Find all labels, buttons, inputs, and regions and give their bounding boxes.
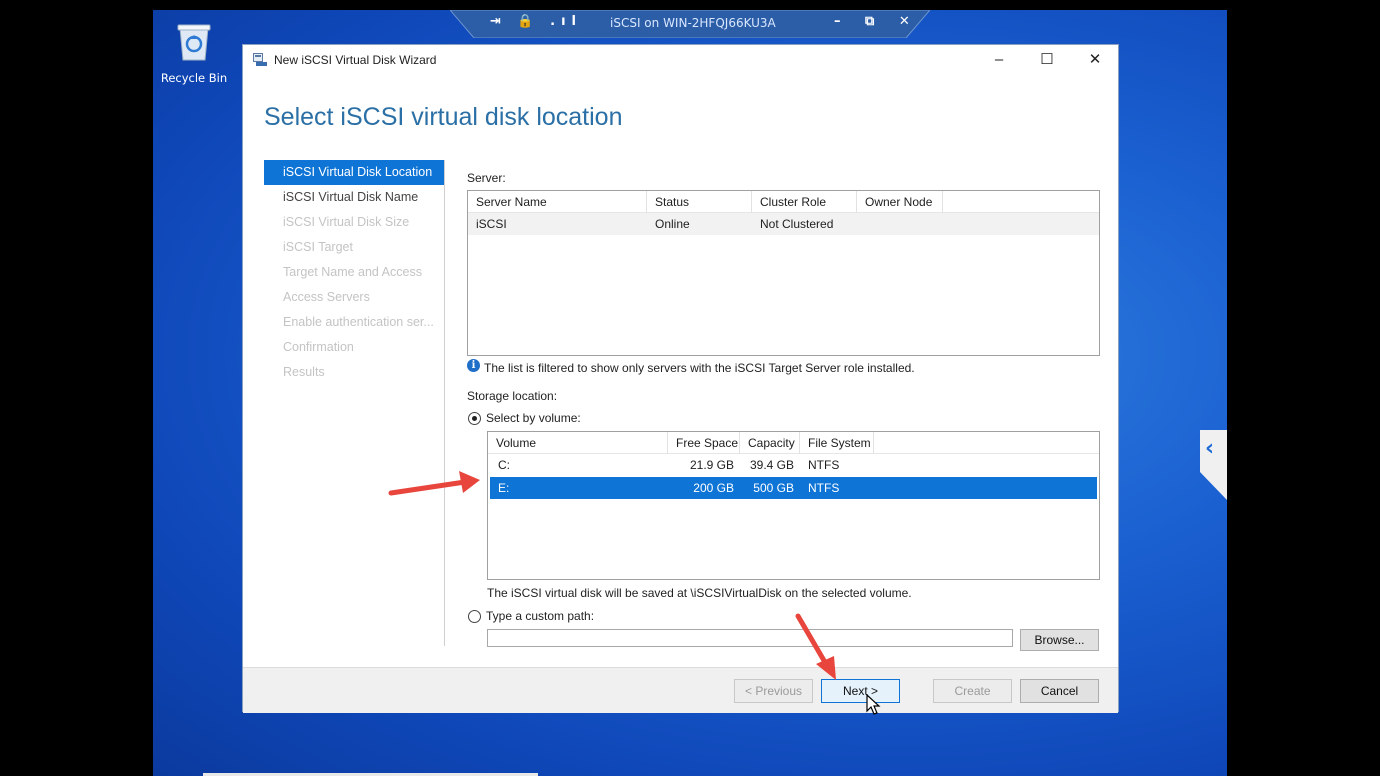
column-header[interactable]: Volume <box>488 432 668 454</box>
mouse-cursor-icon <box>866 694 881 715</box>
column-header[interactable]: Status <box>647 191 752 213</box>
server-label: Server: <box>467 171 506 185</box>
storage-location-label: Storage location: <box>467 389 558 403</box>
custom-path-label[interactable]: Type a custom path: <box>486 609 594 623</box>
server-manager-icon <box>253 53 267 66</box>
select-by-volume-radio[interactable] <box>468 412 481 425</box>
window-title: New iSCSI Virtual Disk Wizard <box>274 53 437 67</box>
nav-item-results: Results <box>283 365 325 379</box>
nav-item-target: iSCSI Target <box>283 240 353 254</box>
volume-table-header: Volume Free Space Capacity File System <box>488 432 1099 454</box>
cancel-button[interactable]: Cancel <box>1020 679 1099 703</box>
table-cell: NTFS <box>808 481 840 495</box>
recycle-bin[interactable]: Recycle Bin <box>157 20 231 85</box>
column-header[interactable]: Owner Node <box>857 191 943 213</box>
nav-item-disk-name[interactable]: iSCSI Virtual Disk Name <box>264 185 444 210</box>
chevron-left-icon: ‹ <box>1205 436 1215 461</box>
server-table-header: Server Name Status Cluster Role Owner No… <box>468 191 1099 213</box>
wizard-footer: < Previous Next > Create Cancel <box>243 667 1118 713</box>
column-header[interactable]: Cluster Role <box>752 191 857 213</box>
remote-connection-bar: ⇥ 🔒 .ıl iSCSI on WIN-2HFQJ66KU3A – ⧉ ✕ <box>450 10 930 38</box>
table-cell: E: <box>498 481 510 495</box>
nav-item-confirmation: Confirmation <box>283 340 354 354</box>
close-button[interactable]: ✕ <box>1075 49 1115 71</box>
save-location-note: The iSCSI virtual disk will be saved at … <box>487 586 912 600</box>
browse-button[interactable]: Browse... <box>1020 629 1099 651</box>
page-title: Select iSCSI virtual disk location <box>264 103 623 131</box>
table-cell: 39.4 GB <box>749 458 794 472</box>
side-panel-tab[interactable]: ‹ <box>1200 430 1227 500</box>
table-cell: 21.9 GB <box>689 458 734 472</box>
maximize-button[interactable]: ☐ <box>1027 49 1067 71</box>
nav-item-authentication: Enable authentication ser... <box>283 315 434 329</box>
column-header[interactable]: File System <box>800 432 874 454</box>
arrow-annotation-volume <box>388 471 480 496</box>
table-cell: C: <box>498 458 510 472</box>
table-row[interactable]: C: 21.9 GB 39.4 GB NTFS <box>488 454 1099 476</box>
minimize-button[interactable]: – <box>979 49 1019 71</box>
nav-item-disk-size: iSCSI Virtual Disk Size <box>283 215 410 229</box>
table-cell: 200 GB <box>693 481 734 495</box>
select-by-volume-label[interactable]: Select by volume: <box>486 411 581 425</box>
wizard-steps-nav: iSCSI Virtual Disk Location iSCSI Virtua… <box>264 160 445 646</box>
recycle-bin-icon <box>177 24 211 61</box>
table-cell: NTFS <box>808 458 840 472</box>
custom-path-radio[interactable] <box>468 610 481 623</box>
wizard-window: New iSCSI Virtual Disk Wizard – ☐ ✕ Sele… <box>242 44 1119 713</box>
custom-path-input[interactable] <box>487 629 1013 647</box>
remote-bar-status-icons[interactable]: ⇥ 🔒 .ıl <box>490 14 582 29</box>
table-row-selected[interactable]: E: 200 GB 500 GB NTFS <box>490 477 1097 499</box>
column-header[interactable]: Free Space <box>668 432 740 454</box>
remote-bar-window-controls[interactable]: – ⧉ ✕ <box>834 14 920 29</box>
column-header[interactable]: Server Name <box>468 191 647 213</box>
nav-item-target-name: Target Name and Access <box>283 265 422 279</box>
nav-item-disk-location[interactable]: iSCSI Virtual Disk Location <box>264 160 444 185</box>
table-cell <box>857 213 865 235</box>
info-icon: i <box>467 359 480 372</box>
arrow-annotation-next <box>795 613 836 680</box>
server-filter-info: The list is filtered to show only server… <box>484 361 915 375</box>
table-cell: 500 GB <box>753 481 794 495</box>
remote-desktop: Recycle Bin ⇥ 🔒 .ıl iSCSI on WIN-2HFQJ66… <box>153 10 1227 776</box>
table-cell: Online <box>655 217 690 231</box>
create-button[interactable]: Create <box>933 679 1012 703</box>
table-cell: iSCSI <box>476 217 507 231</box>
server-table[interactable]: Server Name Status Cluster Role Owner No… <box>467 190 1100 356</box>
table-cell: Not Clustered <box>760 217 834 231</box>
table-row[interactable]: iSCSI Online Not Clustered <box>468 213 1099 235</box>
recycle-bin-label: Recycle Bin <box>160 71 228 85</box>
nav-item-access-servers: Access Servers <box>283 290 370 304</box>
remote-bar-title: iSCSI on WIN-2HFQJ66KU3A <box>610 16 776 30</box>
column-header[interactable]: Capacity <box>740 432 800 454</box>
volume-table[interactable]: Volume Free Space Capacity File System C… <box>487 431 1100 580</box>
title-bar[interactable]: New iSCSI Virtual Disk Wizard – ☐ ✕ <box>243 45 1118 75</box>
